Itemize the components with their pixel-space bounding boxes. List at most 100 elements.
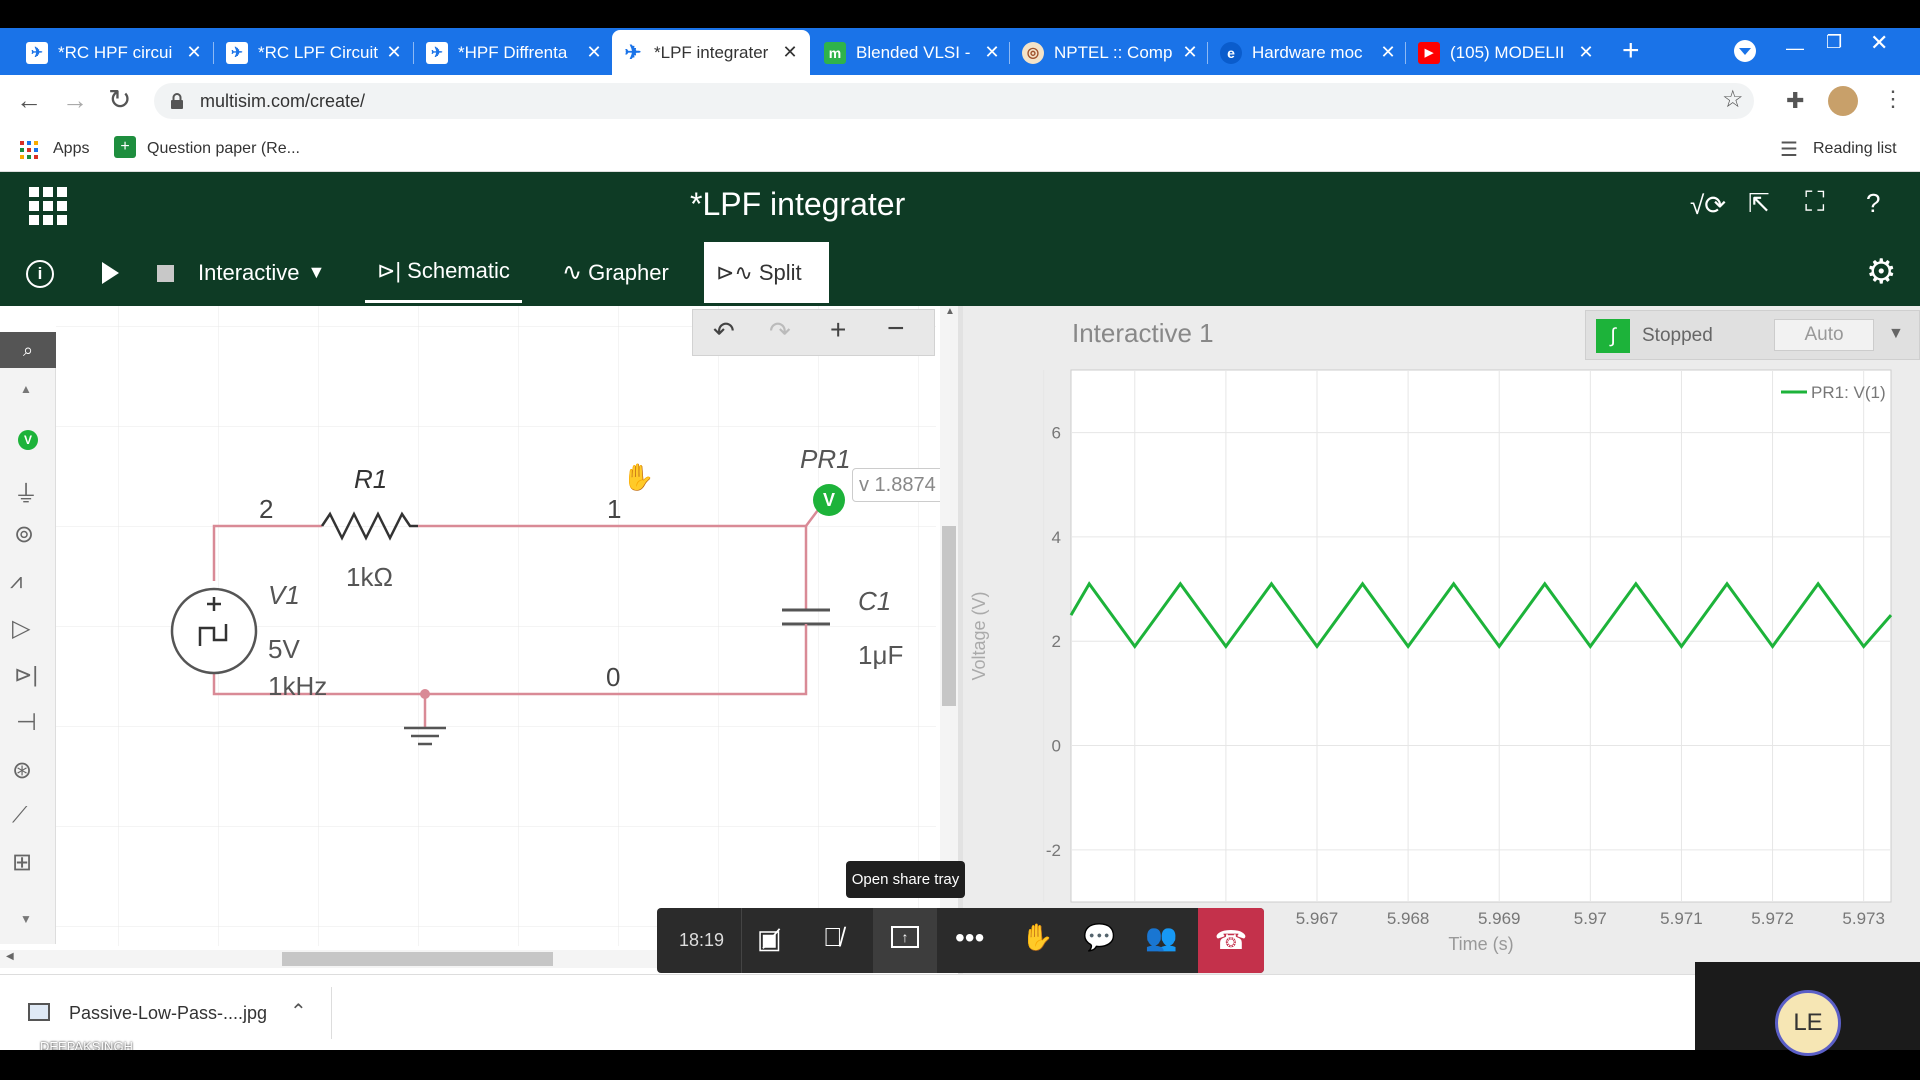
source-tool-icon[interactable]: ⊚ — [14, 520, 34, 549]
browser-menu-icon[interactable]: ⋮ — [1882, 86, 1904, 112]
extensions-icon[interactable]: ✚ — [1786, 88, 1804, 114]
probe-tool-icon[interactable]: V — [18, 430, 38, 450]
tab-rc-hpf[interactable]: ✈ *RC HPF circui ✕ — [16, 30, 214, 75]
profile-avatar[interactable] — [1828, 86, 1858, 116]
transistor-tool-icon[interactable]: ⊣ — [16, 708, 37, 737]
subcircuit-tool-icon[interactable]: ⊞ — [12, 848, 32, 877]
bookmarks-bar: Apps + Question paper (Re... ☰ Reading l… — [0, 127, 1920, 172]
scroll-down-icon[interactable]: ▼ — [20, 912, 32, 926]
tab-blended-vlsi[interactable]: m Blended VLSI - ✕ — [814, 30, 1012, 75]
interactive-mode-dropdown[interactable]: Interactive ▼ — [186, 242, 337, 303]
forward-icon[interactable]: → — [62, 85, 88, 116]
diode-tool-icon[interactable]: ⊳| — [14, 662, 38, 688]
scroll-up-arrow-icon[interactable]: ▲ — [945, 306, 955, 317]
c1-name: C1 — [858, 586, 892, 616]
schematic-label: Schematic — [407, 258, 510, 283]
opamp-tool-icon[interactable]: ▷ — [12, 614, 30, 643]
new-tab-icon[interactable]: + — [1622, 34, 1640, 68]
play-icon[interactable] — [102, 262, 119, 284]
chat-icon[interactable]: 💬 — [1083, 922, 1115, 953]
probe-settings-icon[interactable]: √⟳ — [1690, 190, 1726, 221]
switch-tool-icon[interactable]: ⟋ — [12, 802, 27, 828]
tab-hpf-differentiator[interactable]: ✈ *HPF Diffrenta ✕ — [416, 30, 614, 75]
resistor-tool-icon[interactable]: ⩘ — [10, 568, 22, 594]
voltage-time-chart[interactable]: 5.9645.9655.9665.9675.9685.9695.975.9715… — [963, 306, 1920, 974]
close-tab-icon[interactable]: ✕ — [982, 42, 1002, 63]
mic-off-icon[interactable]: 🎙̸ — [823, 922, 843, 953]
raise-hand-icon[interactable]: ✋ — [1021, 922, 1053, 953]
close-tab-icon[interactable]: ✕ — [1180, 42, 1200, 63]
y-tick-label: -2 — [1046, 841, 1061, 860]
tab-title: NPTEL :: Comp — [1054, 42, 1173, 62]
close-window-icon[interactable]: ✕ — [1870, 30, 1888, 56]
zoom-in-icon[interactable]: + — [830, 314, 846, 346]
undo-icon[interactable]: ↶ — [713, 316, 735, 347]
tab-schematic[interactable]: ⊳| Schematic — [365, 242, 522, 303]
bookmark-apps[interactable]: Apps — [53, 140, 89, 158]
camera-off-icon[interactable]: ▣̸ — [757, 924, 782, 955]
youtube-icon: ▶ — [1418, 41, 1440, 64]
x-tick-label: 5.969 — [1478, 909, 1521, 928]
ground-tool-icon[interactable]: ⏚ — [14, 474, 38, 509]
grapher-icon: ∿ — [562, 259, 583, 286]
minimize-icon[interactable]: — — [1786, 38, 1804, 59]
reload-icon[interactable]: ↻ — [108, 83, 131, 116]
tab-youtube[interactable]: ▶ (105) MODELII ✕ — [1408, 30, 1606, 75]
app-grid-icon[interactable] — [29, 187, 67, 225]
tab-nptel[interactable]: ◎ NPTEL :: Comp ✕ — [1012, 30, 1210, 75]
info-icon[interactable]: i — [26, 260, 54, 288]
tab-title: *HPF Diffrenta — [458, 42, 568, 62]
voltage-source-v1[interactable] — [170, 587, 258, 675]
close-tab-icon[interactable]: ✕ — [1378, 42, 1398, 63]
tab-hardware-model[interactable]: e Hardware moc ✕ — [1210, 30, 1408, 75]
close-tab-icon[interactable]: ✕ — [584, 42, 604, 63]
apps-grid-icon — [20, 141, 38, 159]
reading-list-button[interactable]: Reading list — [1813, 140, 1897, 158]
indicator-tool-icon[interactable]: ⊛ — [12, 756, 32, 785]
share-tray-button[interactable]: ↑ — [873, 908, 937, 973]
share-tray-tooltip: Open share tray — [846, 861, 965, 898]
back-icon[interactable]: ← — [16, 85, 42, 116]
share-icon[interactable]: ⇱ — [1748, 188, 1770, 219]
tab-search-icon[interactable] — [1734, 40, 1756, 62]
bookmark-star-icon[interactable]: ☆ — [1722, 85, 1744, 114]
restore-icon[interactable]: ❐ — [1826, 32, 1842, 53]
y-tick-label: 6 — [1052, 424, 1061, 443]
tab-grapher[interactable]: ∿ Grapher — [550, 242, 681, 303]
scroll-left-arrow-icon[interactable]: ◀ — [6, 951, 14, 962]
voltage-probe[interactable]: V — [813, 484, 845, 516]
help-icon[interactable]: ? — [1866, 188, 1880, 219]
tab-title: Hardware moc — [1252, 42, 1363, 62]
fullscreen-icon[interactable]: ⛶ — [1805, 186, 1825, 219]
url-input[interactable]: multisim.com/create/ ☆ — [154, 83, 1754, 119]
hang-up-button[interactable]: ☎ — [1198, 908, 1264, 973]
tab-lpf-integrater[interactable]: ✈ *LPF integrater ✕ — [612, 30, 810, 75]
bookmark-question-paper[interactable]: Question paper (Re... — [147, 140, 300, 158]
probe-reading: v 1.8874 — [852, 468, 948, 502]
scrollbar-thumb[interactable] — [282, 952, 553, 966]
participants-icon[interactable]: 👥 — [1145, 922, 1177, 953]
download-filename[interactable]: Passive-Low-Pass-....jpg — [69, 1003, 267, 1024]
close-tab-icon[interactable]: ✕ — [1576, 42, 1596, 63]
scrollbar-thumb[interactable] — [942, 526, 956, 706]
x-tick-label: 5.967 — [1296, 909, 1339, 928]
c1-value: 1μF — [858, 640, 904, 670]
close-tab-icon[interactable]: ✕ — [384, 42, 404, 63]
search-icon[interactable]: ⌕ — [0, 332, 56, 368]
scroll-up-icon[interactable]: ▲ — [20, 382, 32, 396]
redo-icon[interactable]: ↷ — [769, 316, 791, 347]
y-tick-label: 0 — [1052, 737, 1061, 756]
tab-rc-lpf[interactable]: ✈ *RC LPF Circuit ✕ — [216, 30, 414, 75]
split-icon: ⊳∿ — [716, 259, 753, 285]
tab-split[interactable]: ⊳∿ Split — [704, 242, 829, 303]
settings-gear-icon[interactable]: ⚙ — [1866, 252, 1896, 292]
vertical-scrollbar[interactable]: ▲ — [940, 306, 958, 946]
reading-list-icon: ☰ — [1780, 139, 1798, 161]
zoom-out-icon[interactable]: − — [887, 312, 905, 346]
chevron-up-icon[interactable]: ⌃ — [290, 999, 307, 1024]
close-tab-icon[interactable]: ✕ — [184, 42, 204, 63]
stop-icon[interactable] — [157, 265, 174, 282]
more-options-icon[interactable]: ••• — [955, 922, 984, 954]
close-tab-icon[interactable]: ✕ — [780, 42, 800, 63]
divider — [741, 908, 742, 973]
